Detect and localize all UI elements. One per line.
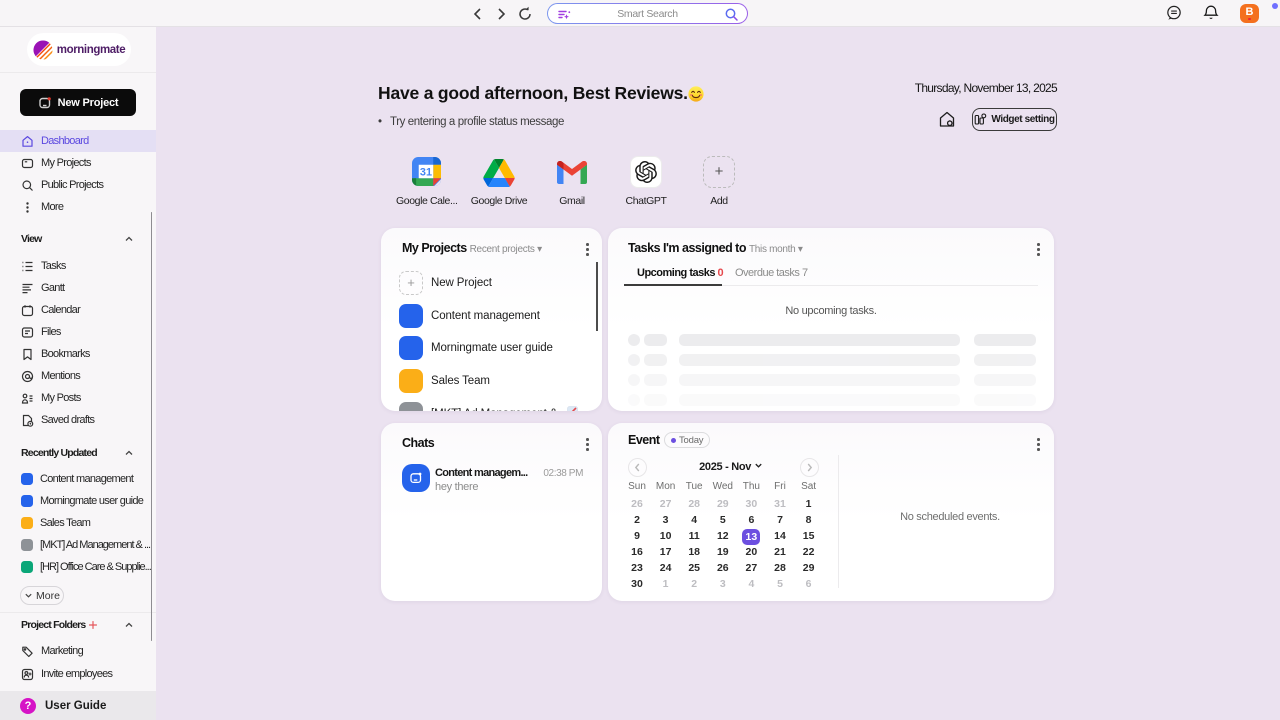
svg-text:31: 31 [419,167,431,179]
